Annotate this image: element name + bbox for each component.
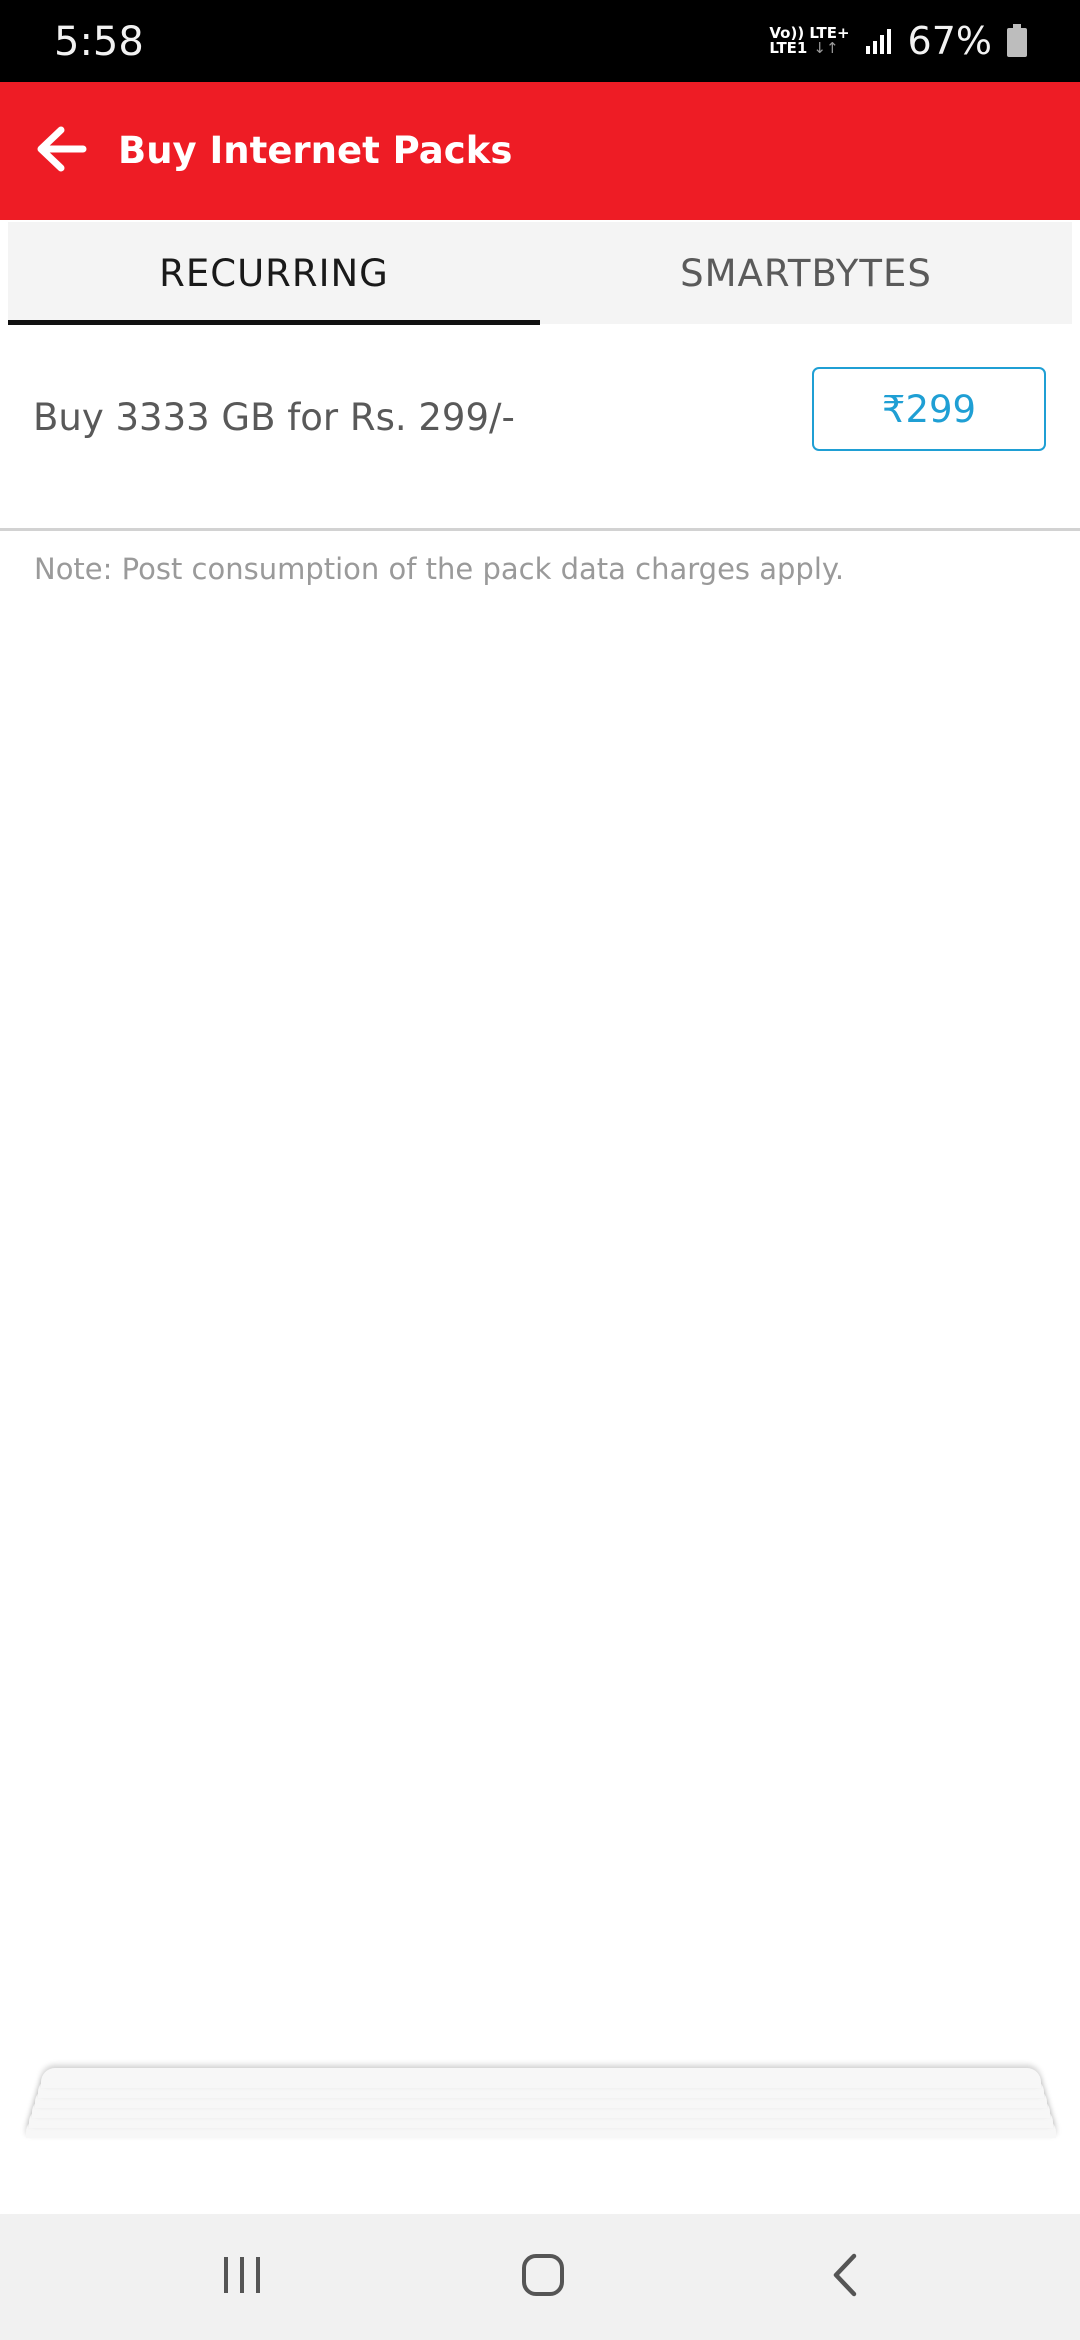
tab-recurring[interactable]: RECURRING bbox=[8, 222, 540, 325]
card-stack bbox=[26, 2062, 1056, 2138]
status-indicators: Vo)) LTE+ LTE1 ↓↑ 67% bbox=[769, 0, 1028, 82]
battery-icon bbox=[1006, 24, 1028, 58]
back-chevron-icon bbox=[826, 2252, 866, 2302]
active-tab-indicator bbox=[8, 320, 540, 325]
pack-list-item: Buy 3333 GB for Rs. 299/- ₹299 bbox=[0, 330, 1080, 528]
recents-icon bbox=[220, 2253, 264, 2301]
buy-pack-price-button[interactable]: ₹299 bbox=[812, 367, 1046, 451]
back-button[interactable] bbox=[18, 108, 104, 194]
arrow-left-icon bbox=[33, 121, 89, 181]
app-bar: Buy Internet Packs bbox=[0, 82, 1080, 220]
page-title: Buy Internet Packs bbox=[118, 129, 513, 172]
home-button[interactable] bbox=[463, 2214, 623, 2340]
system-navigation-bar bbox=[0, 2214, 1080, 2340]
status-time: 5:58 bbox=[54, 19, 144, 65]
tab-smartbytes[interactable]: SMARTBYTES bbox=[540, 222, 1072, 324]
tab-bar: RECURRING SMARTBYTES bbox=[8, 222, 1072, 325]
data-activity-icon: ↓↑ bbox=[813, 39, 839, 57]
pack-note: Note: Post consumption of the pack data … bbox=[34, 552, 845, 586]
card-stack-layer bbox=[41, 2068, 1041, 2088]
tab-recurring-label: RECURRING bbox=[159, 251, 389, 295]
signal-strength-icon bbox=[864, 26, 894, 56]
divider bbox=[0, 528, 1080, 531]
home-icon bbox=[520, 2252, 566, 2302]
status-bar: 5:58 Vo)) LTE+ LTE1 ↓↑ 67% bbox=[0, 0, 1080, 82]
pack-description: Buy 3333 GB for Rs. 299/- bbox=[33, 396, 515, 439]
tab-smartbytes-label: SMARTBYTES bbox=[680, 251, 932, 295]
battery-percent: 67% bbox=[907, 19, 992, 63]
nav-back-button[interactable] bbox=[766, 2214, 926, 2340]
network-type-bottom: LTE1 bbox=[769, 39, 808, 57]
recents-button[interactable] bbox=[162, 2214, 322, 2340]
network-type-indicator: Vo)) LTE+ LTE1 ↓↑ bbox=[769, 26, 849, 56]
